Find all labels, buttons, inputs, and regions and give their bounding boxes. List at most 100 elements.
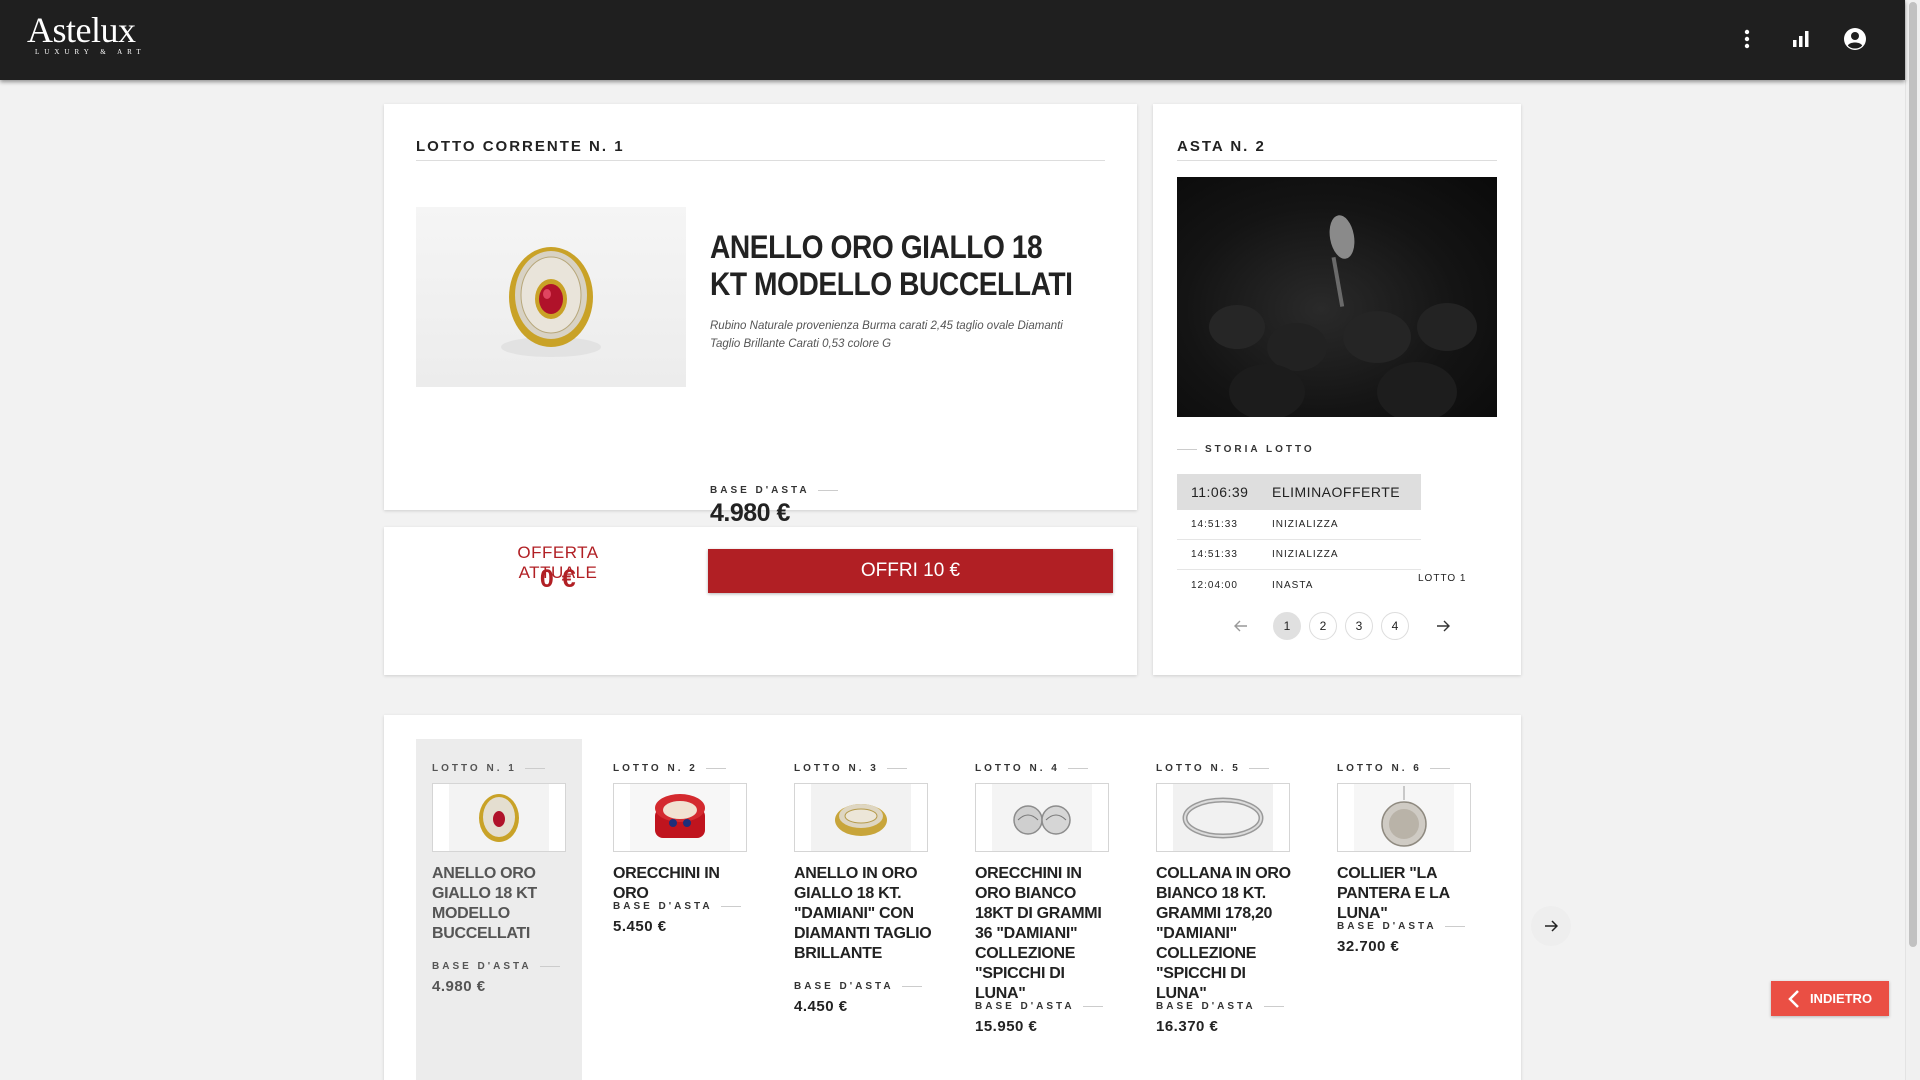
history-row: 14:51:33 INIZIALIZZA [1177, 510, 1421, 540]
lot-card-base-value: 4.980 € [432, 978, 486, 995]
base-price-label-text: BASE D'ASTA [710, 485, 810, 496]
lot-card-base-label-text: BASE D'ASTA [432, 961, 532, 972]
lot-card-name: ANELLO ORO GIALLO 18 KT MODELLO BUCCELLA… [432, 865, 537, 942]
history-lot-ref: LOTTO 1 [1418, 573, 1467, 584]
current-lot-image [416, 207, 686, 387]
lot-card-thumbnail [613, 783, 747, 852]
history-time: 11:06:39 [1191, 484, 1249, 500]
lot-card-2[interactable]: LOTTO N. 2 ORECCHINI IN ORO BASE D'ASTA … [597, 739, 763, 1080]
current-lot-description: Rubino Naturale provenienza Burma carati… [710, 320, 1063, 350]
lot-card-label-text: LOTTO N. 6 [1337, 763, 1422, 774]
top-bar: Astelux LUXURY & ART [0, 0, 1905, 80]
lot-card-name: ORECCHINI IN ORO BIANCO 18KT DI GRAMMI 3… [975, 865, 1102, 1002]
history-time: 14:51:33 [1191, 549, 1238, 560]
lot-card-base-label: BASE D'ASTA [613, 901, 741, 912]
lot-card-base-label: BASE D'ASTA [1156, 1001, 1284, 1012]
lot-card-thumbnail [794, 783, 928, 852]
history-pagination: 1 2 3 4 [1227, 612, 1457, 640]
history-action: INASTA [1272, 579, 1314, 591]
page-button-1[interactable]: 1 [1273, 612, 1301, 640]
lot-card-name: COLLANA IN ORO BIANCO 18 KT. GRAMMI 178,… [1156, 865, 1291, 1002]
history-row: 14:51:33 INIZIALIZZA [1177, 540, 1421, 570]
auction-title: ASTA N. 2 [1177, 138, 1266, 155]
scrollbar-thumb[interactable] [1909, 2, 1917, 947]
history-action: ELIMINAOFFERTE [1272, 484, 1401, 500]
current-lot-card: LOTTO CORRENTE N. 1 ANELLO ORO GIALLO 18… [384, 104, 1137, 527]
lot-card-label: LOTTO N. 1 [432, 763, 545, 774]
chevron-left-icon [1788, 989, 1799, 1008]
lot-card-base-label: BASE D'ASTA [975, 1001, 1103, 1012]
page-button-2[interactable]: 2 [1309, 612, 1337, 640]
account-circle-icon[interactable] [1842, 26, 1868, 52]
lot-card-label: LOTTO N. 5 [1156, 763, 1269, 774]
lot-card-base-value: 16.370 € [1156, 1018, 1219, 1035]
lot-card-thumbnail [1337, 783, 1471, 852]
arrow-left-icon[interactable] [1227, 612, 1255, 640]
lot-card-name: ANELLO IN ORO GIALLO 18 KT. "DAMIANI" CO… [794, 865, 932, 962]
lot-history-label: STORIA LOTTO [1177, 444, 1315, 455]
page-scrollbar[interactable] [1905, 0, 1920, 1080]
base-price-value: 4.980 € [710, 499, 790, 527]
lot-card-base-label-text: BASE D'ASTA [1337, 921, 1437, 932]
lot-card-base-label: BASE D'ASTA [794, 981, 922, 992]
lot-card-base-value: 15.950 € [975, 1018, 1038, 1035]
history-row: 11:06:39 ELIMINAOFFERTE [1177, 474, 1421, 510]
history-time: 12:04:00 [1191, 579, 1238, 591]
lot-card-1[interactable]: LOTTO N. 1 ANELLO ORO GIALLO 18 KT MODEL… [416, 739, 582, 1080]
lots-carousel: LOTTO N. 1 ANELLO ORO GIALLO 18 KT MODEL… [384, 715, 1521, 1080]
lot-card-thumbnail [975, 783, 1109, 852]
brand-name: Astelux [27, 10, 136, 50]
lot-card-6[interactable]: LOTTO N. 6 COLLIER "LA PANTERA E LA LUNA… [1321, 739, 1487, 1080]
back-button[interactable]: INDIETRO [1771, 981, 1889, 1016]
lot-card-label: LOTTO N. 2 [613, 763, 726, 774]
lot-card-base-label: BASE D'ASTA [1337, 921, 1465, 932]
lot-card-base-label-text: BASE D'ASTA [975, 1001, 1075, 1012]
lot-card-base-label-text: BASE D'ASTA [1156, 1001, 1256, 1012]
offer-card: OFFERTA ATTUALE 0 € OFFRI 10 € [384, 527, 1137, 675]
current-offer-value: 0 € [539, 565, 577, 593]
lot-card-base-label-text: BASE D'ASTA [613, 901, 713, 912]
lot-card-label-text: LOTTO N. 4 [975, 763, 1060, 774]
history-action: INIZIALIZZA [1272, 519, 1339, 530]
history-time: 14:51:33 [1191, 519, 1238, 530]
lot-card-thumbnail [1156, 783, 1290, 852]
lot-card-thumbnail [432, 783, 566, 852]
lot-card-name: ORECCHINI IN ORO [613, 865, 720, 902]
auction-live-image[interactable] [1177, 177, 1497, 417]
title-divider [1177, 160, 1497, 161]
lot-card-base-label-text: BASE D'ASTA [794, 981, 894, 992]
page-button-4[interactable]: 4 [1381, 612, 1409, 640]
lot-history-label-text: STORIA LOTTO [1205, 444, 1315, 455]
brand-tagline: LUXURY & ART [35, 48, 146, 56]
brand-logo[interactable]: Astelux LUXURY & ART [27, 12, 146, 56]
lot-card-label: LOTTO N. 3 [794, 763, 907, 774]
carousel-next-button[interactable] [1531, 906, 1571, 946]
lot-card-base-label: BASE D'ASTA [432, 961, 560, 972]
title-divider [416, 160, 1105, 161]
lot-card-3[interactable]: LOTTO N. 3 ANELLO IN ORO GIALLO 18 KT. "… [778, 739, 944, 1080]
history-row: 12:04:00 INASTA [1177, 570, 1421, 600]
arrow-right-icon [1545, 920, 1558, 932]
lot-card-5[interactable]: LOTTO N. 5 COLLANA IN ORO BIANCO 18 KT. … [1140, 739, 1306, 1080]
lot-card-label-text: LOTTO N. 5 [1156, 763, 1241, 774]
lot-card-label-text: LOTTO N. 1 [432, 763, 517, 774]
lot-card-4[interactable]: LOTTO N. 4 ORECCHINI IN ORO BIANCO 18KT … [959, 739, 1125, 1080]
lot-card-name: COLLIER "LA PANTERA E LA LUNA" [1337, 865, 1450, 922]
current-lot-title: LOTTO CORRENTE N. 1 [416, 138, 625, 155]
back-button-label: INDIETRO [1809, 991, 1873, 1006]
history-action: INIZIALIZZA [1272, 549, 1339, 560]
place-offer-button[interactable]: OFFRI 10 € [708, 549, 1113, 593]
lot-card-label: LOTTO N. 6 [1337, 763, 1450, 774]
more-vert-icon[interactable] [1734, 26, 1760, 52]
lot-card-label-text: LOTTO N. 3 [794, 763, 879, 774]
arrow-right-icon[interactable] [1429, 612, 1457, 640]
auction-card: ASTA N. 2 STORIA LOTTO 11:06:39 ELIMINAO… [1153, 104, 1521, 675]
lot-card-base-value: 5.450 € [613, 918, 667, 935]
base-price-label: BASE D'ASTA [710, 485, 838, 496]
lot-card-base-value: 4.450 € [794, 998, 848, 1015]
lot-card-base-value: 32.700 € [1337, 938, 1400, 955]
current-lot-name: ANELLO ORO GIALLO 18 KT MODELLO BUCCELLA… [710, 229, 1073, 302]
page-button-3[interactable]: 3 [1345, 612, 1373, 640]
lot-card-label: LOTTO N. 4 [975, 763, 1088, 774]
bar-chart-icon[interactable] [1788, 26, 1814, 52]
